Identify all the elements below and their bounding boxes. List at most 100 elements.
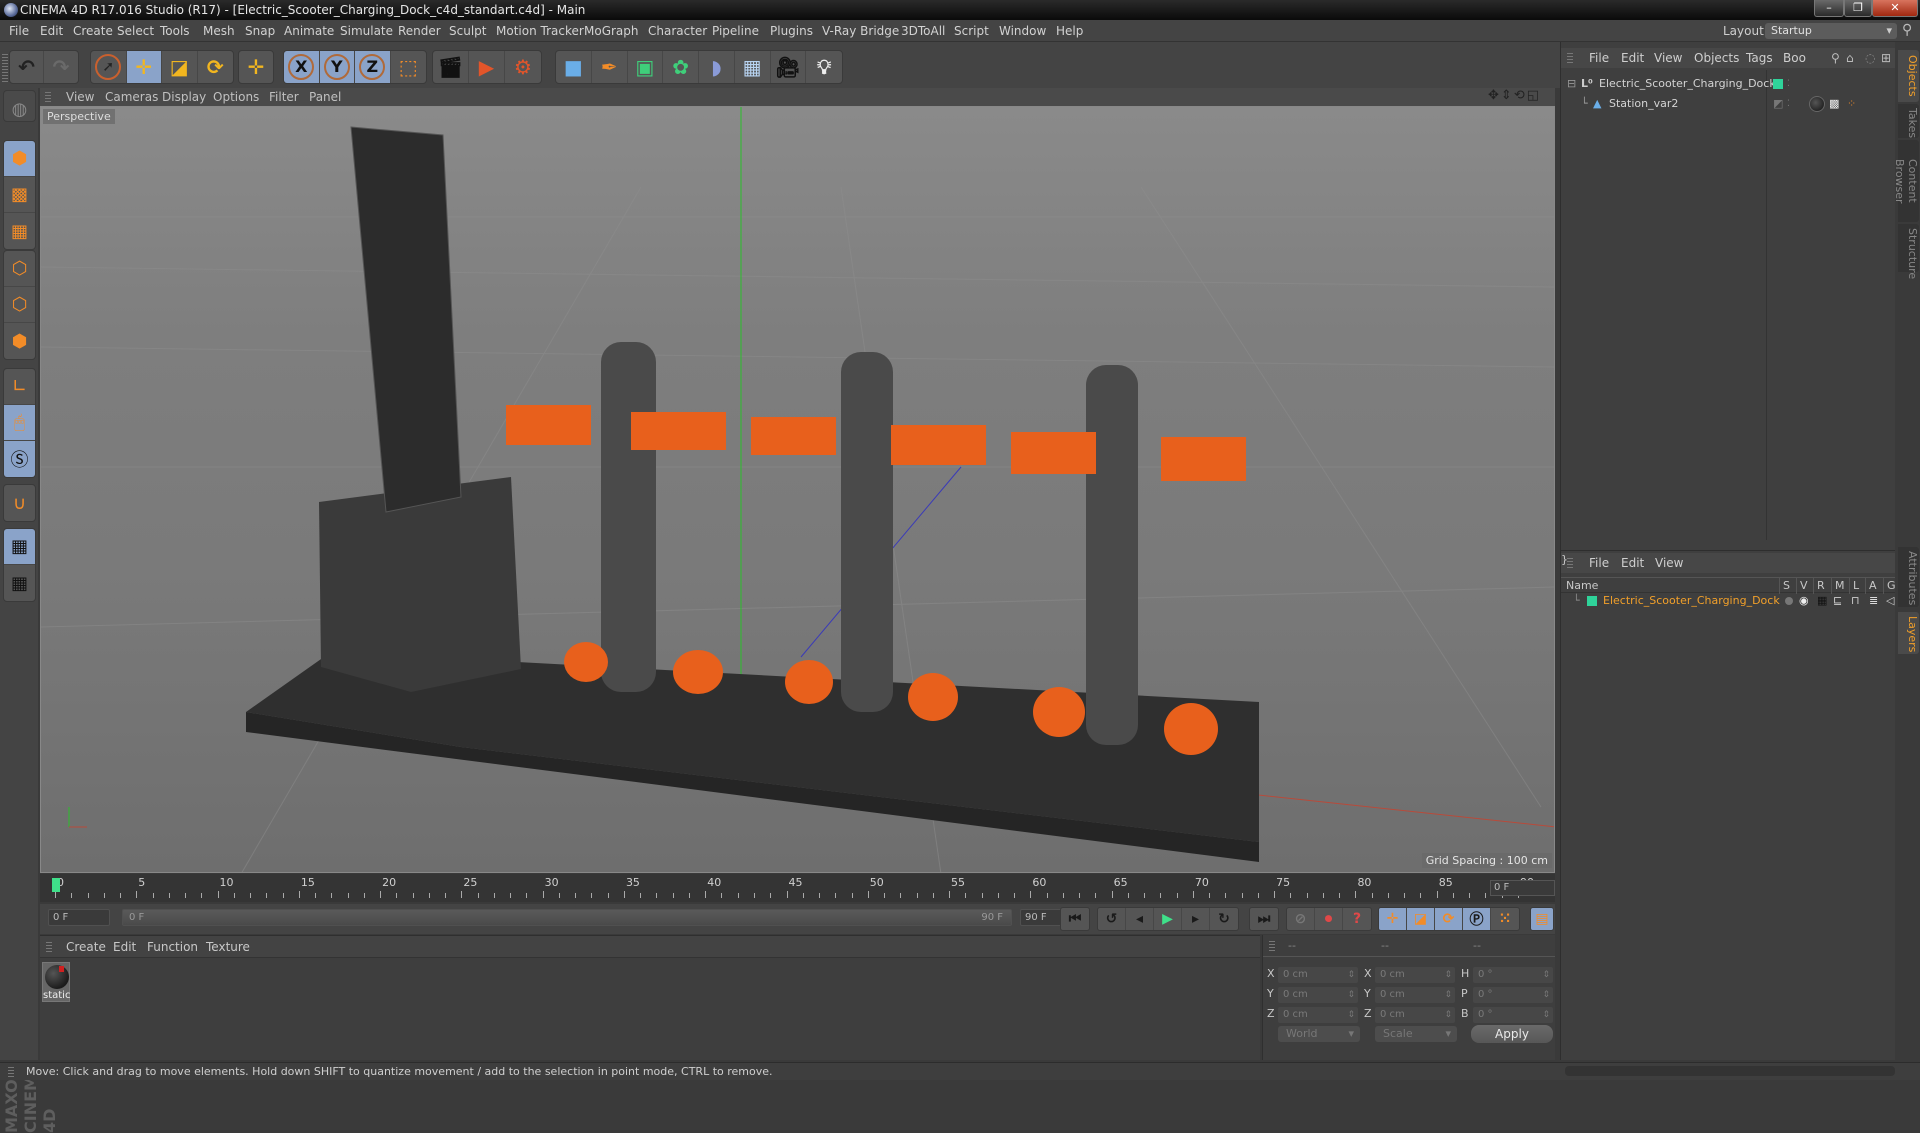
rotate-tool-icon[interactable]: ⟳ [198,51,233,83]
autokey-help-icon[interactable]: ? [1343,908,1371,930]
visibility-dots-icon[interactable]: ⁚ [1787,94,1790,114]
size-z-field[interactable]: 0 cm [1375,1007,1455,1023]
menu-3dtoall[interactable]: 3DToAll [901,20,945,42]
rotate-view-icon[interactable]: ⟲ [1514,88,1527,103]
horizontal-scrollbar[interactable] [1565,1066,1895,1076]
menu-character[interactable]: Character [648,20,707,42]
vertex-map-tag-icon[interactable]: ⁘ [1847,94,1856,114]
solo-toggle-icon[interactable] [1785,597,1793,605]
edges-mode-icon[interactable]: ⬡ [4,287,35,323]
size-x-field[interactable]: 0 cm [1375,967,1455,983]
object-menu-edit[interactable]: Edit [1621,48,1644,68]
size-y-field[interactable]: 0 cm [1375,987,1455,1003]
collapse-icon[interactable]: ⊟ [1567,74,1576,94]
material-manager-grip[interactable] [46,942,52,952]
menu-file[interactable]: File [9,20,29,42]
menu-snap[interactable]: Snap [245,20,275,42]
timeline-window-icon[interactable]: ▤ [1531,908,1553,930]
undo-icon[interactable]: ↶ [10,51,45,83]
snap-magnet-icon[interactable]: ∪ [4,485,35,521]
tab-layers[interactable]: Layers [1898,612,1919,654]
viewport-grip[interactable] [45,92,51,102]
object-menu-tags[interactable]: Tags [1746,48,1773,68]
solo-mode-icon[interactable]: Ⓢ [4,441,35,477]
redo-icon[interactable]: ↷ [44,51,78,83]
subdivision-surface-icon[interactable]: ▣ [628,51,664,83]
animation-toggle-icon[interactable]: ≣ [1869,593,1878,609]
viewport-menu-filter[interactable]: Filter [269,88,299,106]
move-view-icon[interactable]: ✥ [1488,88,1501,103]
tab-structure[interactable]: Structure [1898,224,1919,279]
toolbar-grip[interactable] [2,52,8,82]
object-menu-objects[interactable]: Objects [1694,48,1739,68]
close-button[interactable]: ✕ [1872,0,1918,17]
polygons-mode-icon[interactable]: ⬢ [4,323,35,359]
rot-h-field[interactable]: 0 ° [1473,967,1553,983]
tweak-mode-icon[interactable]: 🖱︎ [4,405,35,441]
light-icon[interactable]: 💡︎ [806,51,842,83]
maximize-button[interactable]: ❐ [1844,0,1872,17]
column-manager[interactable]: M [1831,578,1845,594]
points-mode-icon[interactable]: ⬡ [4,251,35,287]
parameter-key-icon[interactable]: Ⓟ [1463,908,1491,930]
menu-window[interactable]: Window [999,20,1046,42]
search-objects-icon[interactable]: ⚲ [1831,48,1840,68]
move-tool-icon[interactable]: ✛ [126,51,162,83]
manager-toggle-icon[interactable]: ⊑ [1833,593,1842,609]
timeline-ruler[interactable]: 051015202530354045505560657075808590 [40,874,1555,902]
camera-icon[interactable]: 🎥︎ [771,51,807,83]
menu-pipeline[interactable]: Pipeline [712,20,759,42]
menu-mograph[interactable]: MoGraph [584,20,639,42]
menu-mesh[interactable]: Mesh [203,20,235,42]
material-tag-icon[interactable] [1809,96,1825,112]
pos-y-field[interactable]: 0 cm [1278,987,1358,1003]
menu-edit[interactable]: Edit [40,20,63,42]
render-settings-icon[interactable]: ⚙ [505,51,541,83]
texture-mode-icon[interactable]: ▩ [4,177,35,213]
render-picture-viewer-icon[interactable]: ▶ [469,51,505,83]
object-menu-file[interactable]: File [1589,48,1609,68]
play-icon[interactable]: ▶ [1154,908,1182,930]
menu-vray-bridge[interactable]: V-Ray Bridge [822,20,899,42]
menu-select[interactable]: Select [117,20,154,42]
viewport-camera-label[interactable]: Perspective [43,109,115,124]
visibility-dots-icon[interactable]: ⁚ [1787,74,1790,94]
start-frame-field[interactable]: 0 F [48,909,110,926]
object-manager-grip[interactable] [1567,53,1573,63]
coordinate-space-dropdown[interactable]: World [1278,1026,1360,1042]
material-menu-edit[interactable]: Edit [113,936,136,958]
menu-simulate[interactable]: Simulate [340,20,393,42]
column-generators[interactable]: G [1883,578,1896,594]
viewport-menu-cameras[interactable]: Cameras [105,88,158,106]
layer-menu-view[interactable]: View [1655,553,1683,573]
scale-key-icon[interactable]: ◪ [1407,908,1435,930]
next-key-icon[interactable]: ↻ [1210,908,1238,930]
go-to-start-icon[interactable]: ⏮ [1061,908,1089,930]
bend-deformer-icon[interactable]: ◗ [699,51,735,83]
playhead[interactable] [52,878,60,892]
tab-content-browser[interactable]: Content Browser [1893,140,1919,222]
object-menu-bookmarks[interactable]: Boo [1783,48,1806,68]
column-render[interactable]: R [1813,578,1825,594]
generators-toggle-icon[interactable]: ◁ [1886,593,1894,609]
column-animation[interactable]: A [1865,578,1877,594]
render-view-icon[interactable]: 🎬︎ [433,51,469,83]
menu-render[interactable]: Render [398,20,441,42]
viewport-menu-panel[interactable]: Panel [309,88,341,106]
cloner-icon[interactable]: ✿ [663,51,699,83]
menu-script[interactable]: Script [954,20,989,42]
layout-dropdown[interactable]: Startup [1765,23,1897,39]
render-toggle-icon[interactable]: ▦ [1817,593,1827,609]
menu-help[interactable]: Help [1056,20,1083,42]
new-panel-icon[interactable]: ⊞ [1881,48,1891,68]
layer-menu-file[interactable]: File [1589,553,1609,573]
keyframe-selection-icon[interactable]: ⊘ [1287,908,1315,930]
workplane-lock-icon[interactable]: ▦ [4,529,35,565]
z-axis-icon[interactable]: Z [355,51,391,83]
menu-sculpt[interactable]: Sculpt [449,20,486,42]
size-mode-dropdown[interactable]: Scale [1375,1026,1457,1042]
menu-tools[interactable]: Tools [160,20,190,42]
column-name[interactable]: Name [1563,578,1598,594]
layer-name[interactable]: Electric_Scooter_Charging_Dock [1603,593,1780,609]
column-locked[interactable]: L [1849,578,1859,594]
